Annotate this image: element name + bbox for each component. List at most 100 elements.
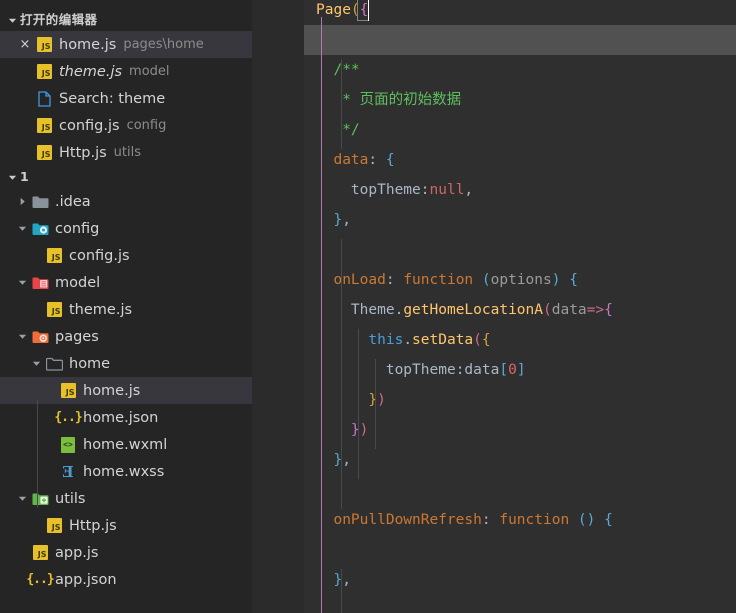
json-file-icon: {..} <box>26 572 54 587</box>
text-cursor <box>367 0 369 21</box>
tree-item-label: pages <box>55 328 99 345</box>
folder-open-icon <box>44 357 64 371</box>
chevron-down-icon[interactable] <box>4 169 20 185</box>
vscode-window: 打开的编辑器 × JS home.js pages\home JS theme.js mod… <box>0 0 736 613</box>
indent-guide <box>341 239 343 299</box>
open-editor-label: home.js <box>59 36 117 53</box>
js-file-icon: JS <box>44 248 64 263</box>
chevron-right-icon[interactable] <box>14 194 30 210</box>
open-editor-label: config.js <box>59 117 120 134</box>
code-line[interactable]: data: { <box>316 145 394 175</box>
twisty-placeholder <box>28 248 44 264</box>
tree-file-row[interactable]: JS app.js <box>0 539 252 566</box>
twisty-placeholder <box>42 437 58 453</box>
explorer-project-title: 1 <box>20 169 30 184</box>
tree-item-label: Http.js <box>69 517 117 534</box>
twisty-placeholder <box>14 545 30 561</box>
open-editor-item[interactable]: JS Http.js utils <box>0 139 252 166</box>
open-editor-item[interactable]: × JS home.js pages\home <box>0 31 252 58</box>
code-line[interactable]: onPullDownRefresh: function () { <box>316 505 612 535</box>
chevron-down-icon[interactable] <box>14 491 30 507</box>
open-editor-path: utils <box>113 145 142 160</box>
line-numbers: 34567891011121314151617181920212223 <box>252 0 304 613</box>
folder-utils-icon <box>30 492 50 506</box>
wxml-file-icon: <> <box>58 436 78 453</box>
code-line[interactable]: Theme.getHomeLocationA(data=>{ <box>316 295 613 325</box>
open-editor-label: theme.js <box>59 63 123 80</box>
explorer-header[interactable]: 1 <box>0 166 252 188</box>
code-line[interactable]: /** <box>316 55 359 85</box>
explorer-sidebar: 打开的编辑器 × JS home.js pages\home JS theme.js mod… <box>0 0 252 613</box>
tree-item-label: home.js <box>83 382 141 399</box>
folder-model-icon <box>30 276 50 290</box>
open-editor-path: config <box>126 118 167 133</box>
folder-pages-icon <box>30 330 50 344</box>
folder-config-icon <box>30 222 50 236</box>
tree-item-label: home <box>69 355 111 372</box>
chevron-down-icon[interactable] <box>14 275 30 291</box>
tree-item-label: theme.js <box>69 301 133 318</box>
tree-indent-guide <box>37 400 38 508</box>
chevron-down-icon[interactable] <box>14 329 30 345</box>
tree-folder-row[interactable]: pages <box>0 323 252 350</box>
folder-gray-icon <box>30 195 50 209</box>
js-file-icon: JS <box>34 118 54 133</box>
tree-item-label: config.js <box>69 247 130 264</box>
open-editors-header[interactable]: 打开的编辑器 <box>0 9 252 31</box>
code-editor[interactable]: Page({ /** * 页面的初始数据 */ data: { topTheme… <box>252 0 736 613</box>
chevron-down-icon[interactable] <box>4 12 20 28</box>
tree-folder-row[interactable]: .idea <box>0 188 252 215</box>
search-result-icon <box>34 90 54 107</box>
twisty-placeholder <box>42 464 58 480</box>
open-editor-item[interactable]: Search: theme <box>0 85 252 112</box>
chevron-down-icon[interactable] <box>14 221 30 237</box>
indent-guide <box>341 569 343 613</box>
js-file-icon: JS <box>34 37 54 52</box>
open-editor-label: Search: theme <box>59 90 166 107</box>
close-icon[interactable]: × <box>16 37 34 52</box>
open-editor-path: model <box>129 64 170 79</box>
open-editor-item[interactable]: JS theme.js model <box>0 58 252 85</box>
indent-guide <box>341 299 343 509</box>
code-line[interactable]: topTheme:data[0] <box>316 355 526 385</box>
indent-guide <box>375 359 377 449</box>
json-file-icon: {..} <box>54 410 82 425</box>
open-editor-label: Http.js <box>59 144 107 161</box>
tree-item-label: utils <box>55 490 86 507</box>
js-file-icon: JS <box>34 64 54 79</box>
js-file-icon: JS <box>44 302 64 317</box>
tree-file-row[interactable]: JS config.js <box>0 242 252 269</box>
js-file-icon: JS <box>30 545 50 560</box>
js-file-icon: JS <box>34 145 54 160</box>
open-editors-title: 打开的编辑器 <box>20 12 98 27</box>
indent-guide <box>358 329 360 479</box>
code-line[interactable]: */ <box>316 115 359 145</box>
tree-file-row[interactable]: JS Http.js <box>0 512 252 539</box>
twisty-placeholder <box>42 383 58 399</box>
tree-item-label: model <box>55 274 101 291</box>
code-surface[interactable]: Page({ /** * 页面的初始数据 */ data: { topTheme… <box>304 0 736 613</box>
open-editor-path: pages\home <box>123 37 204 52</box>
tree-folder-row[interactable]: config <box>0 215 252 242</box>
tree-item-label: config <box>55 220 100 237</box>
tree-folder-row[interactable]: home <box>0 350 252 377</box>
wxss-file-icon: Ǝ <box>62 462 74 481</box>
tree-file-row[interactable]: {..} app.json <box>0 566 252 593</box>
tree-item-label: app.js <box>55 544 99 561</box>
code-line[interactable]: * 页面的初始数据 <box>316 85 461 115</box>
open-editor-item[interactable]: JS config.js config <box>0 112 252 139</box>
code-line[interactable]: topTheme:null, <box>316 175 473 205</box>
twisty-placeholder <box>28 518 44 534</box>
tree-item-label: .idea <box>55 193 91 210</box>
open-editors-list: × JS home.js pages\home JS theme.js model Searc… <box>0 31 252 166</box>
tree-item-label: home.wxml <box>83 436 168 453</box>
code-line[interactable]: onLoad: function (options) { <box>316 265 577 295</box>
chevron-down-icon[interactable] <box>28 356 44 372</box>
tree-file-row[interactable]: JS theme.js <box>0 296 252 323</box>
tree-item-label: app.json <box>55 571 117 588</box>
file-tree: .idea config JS config.js model JS theme.js pag… <box>0 188 252 593</box>
twisty-placeholder <box>28 302 44 318</box>
tree-folder-row[interactable]: model <box>0 269 252 296</box>
matching-brace-rail <box>321 17 323 613</box>
tree-item-label: home.wxss <box>83 463 165 480</box>
